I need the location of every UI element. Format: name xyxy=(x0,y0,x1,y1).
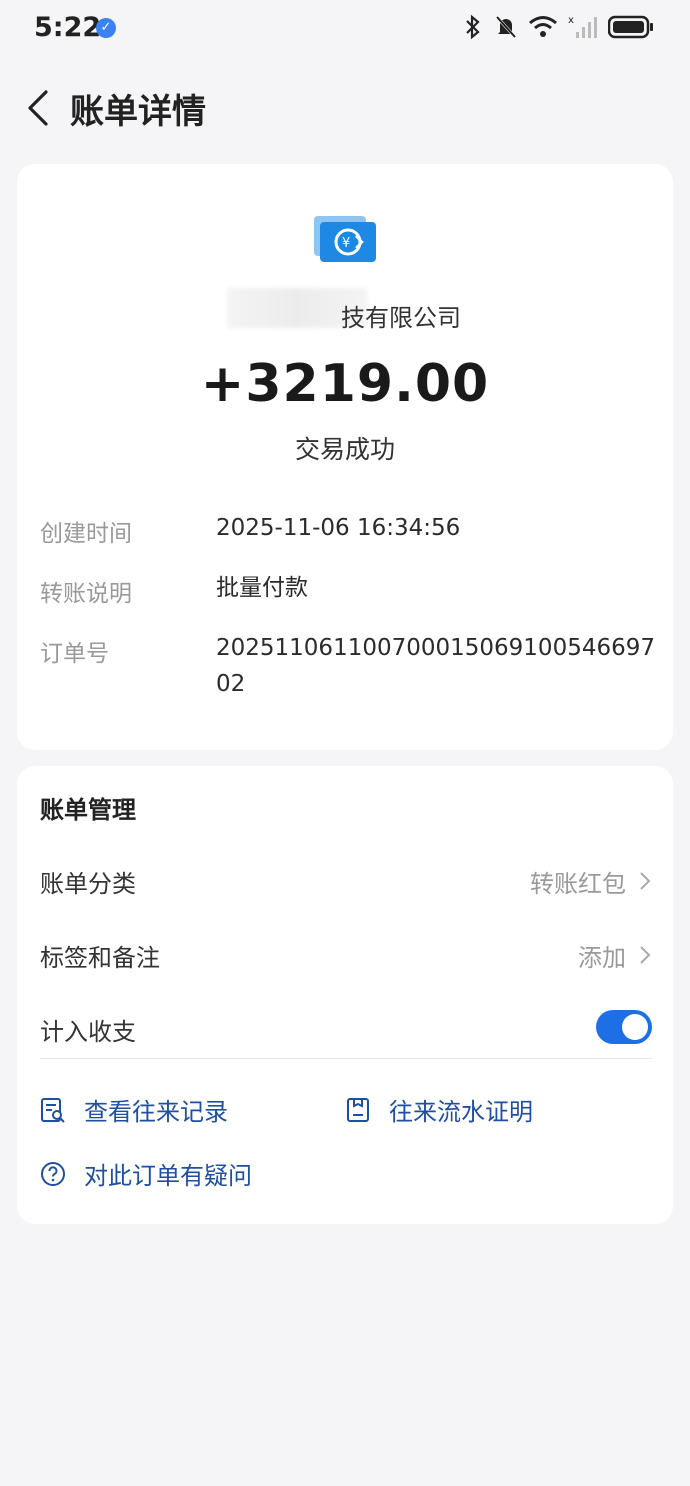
mute-bell-icon xyxy=(495,15,517,39)
order-question-link[interactable]: 对此订单有疑问 xyxy=(40,1156,252,1191)
signal-icon: x xyxy=(568,15,597,38)
transfer-yuan-icon: ¥ xyxy=(314,216,376,262)
chevron-right-icon xyxy=(640,946,651,964)
status-bar: 5:22 ✓ x xyxy=(0,0,690,56)
document-icon xyxy=(347,1097,369,1122)
toggle-knob xyxy=(622,1014,648,1040)
verified-icon: ✓ xyxy=(96,18,116,38)
transaction-status: 交易成功 xyxy=(294,435,395,464)
wifi-icon xyxy=(529,16,557,37)
category-row[interactable]: 账单分类 转账红包 xyxy=(40,858,652,902)
include-label: 计入收支 xyxy=(40,1018,136,1046)
header: 账单详情 xyxy=(0,72,690,142)
include-toggle[interactable] xyxy=(596,1010,652,1044)
tags-notes-row[interactable]: 标签和备注 添加 xyxy=(40,932,652,976)
transaction-proof-label: 往来流水证明 xyxy=(389,1098,533,1126)
tags-value: 添加 xyxy=(578,944,626,972)
tags-label: 标签和备注 xyxy=(40,944,160,972)
chevron-right-icon xyxy=(640,872,651,890)
order-question-label: 对此订单有疑问 xyxy=(84,1162,252,1190)
view-history-link[interactable]: 查看往来记录 xyxy=(40,1092,228,1127)
detail-value: 2025-11-06 16:34:56 xyxy=(216,515,461,541)
detail-value: 批量付款 xyxy=(216,575,308,601)
status-time: 5:22 xyxy=(34,12,102,43)
bluetooth-icon xyxy=(466,14,480,40)
detail-label: 创建时间 xyxy=(40,521,132,547)
page-title: 账单详情 xyxy=(70,92,206,132)
bill-card: ¥ 技有限公司 +3219.00 交易成功 创建时间 2025-11-06 16… xyxy=(17,164,673,750)
question-circle-icon xyxy=(41,1161,65,1186)
svg-text:¥: ¥ xyxy=(342,236,350,251)
detail-label: 订单号 xyxy=(40,641,109,667)
include-in-stats-row: 计入收支 xyxy=(40,1006,652,1050)
record-search-icon xyxy=(41,1097,65,1123)
payee-name: 技有限公司 xyxy=(341,304,461,332)
bill-management-card: 账单管理 账单分类 转账红包 标签和备注 添加 计入收支 查看往来记录 往来流水… xyxy=(17,766,673,1224)
back-arrow-icon[interactable] xyxy=(20,88,60,128)
detail-label: 转账说明 xyxy=(40,581,132,607)
order-number-value[interactable]: 20251106110070001506910054669702 xyxy=(216,630,656,702)
category-label: 账单分类 xyxy=(40,870,136,898)
battery-icon xyxy=(608,15,653,39)
divider xyxy=(40,1058,652,1059)
transaction-proof-link[interactable]: 往来流水证明 xyxy=(345,1092,533,1127)
category-value: 转账红包 xyxy=(530,870,626,898)
status-icons: x xyxy=(462,14,654,40)
amount: +3219.00 xyxy=(200,354,490,414)
section-title: 账单管理 xyxy=(40,796,136,824)
svg-text:x: x xyxy=(568,15,574,26)
view-history-label: 查看往来记录 xyxy=(84,1098,228,1126)
